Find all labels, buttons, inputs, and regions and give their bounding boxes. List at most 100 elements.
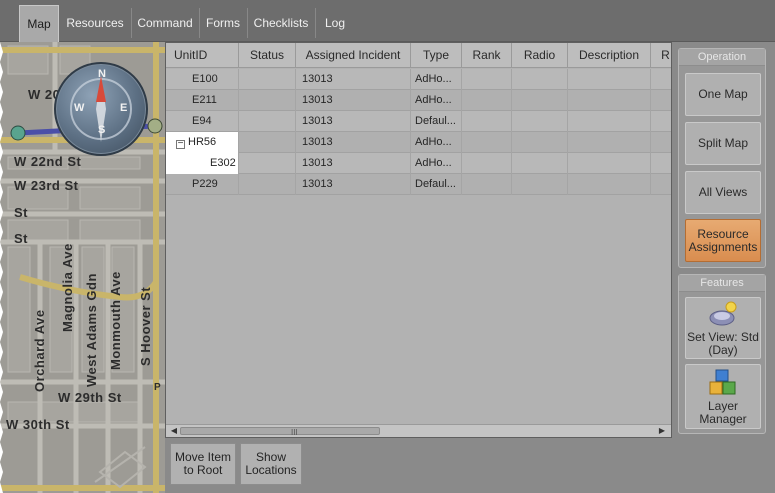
table-row[interactable]: E100 13013 AdHo... (166, 69, 671, 90)
resource-assignments-button[interactable]: Resource Assignments (685, 219, 761, 262)
cell-incident: 13013 (296, 153, 411, 174)
cell-rank (462, 90, 512, 111)
cell-status (239, 174, 296, 195)
cell-status (239, 90, 296, 111)
view-settings-icon (709, 301, 737, 326)
cell-type: AdHo... (411, 153, 462, 174)
resource-grid: UnitID Status Assigned Incident Type Ran… (165, 42, 672, 438)
cell-description (568, 153, 651, 174)
street-label: W 30th St (6, 417, 70, 432)
cell-rank (462, 132, 512, 153)
cell-radio (512, 90, 568, 111)
tab-map[interactable]: Map (19, 5, 59, 42)
show-locations-button[interactable]: Show Locations (240, 443, 302, 485)
layer-manager-button[interactable]: Layer Manager (685, 364, 761, 429)
column-header-type[interactable]: Type (411, 43, 462, 67)
table-row[interactable]: E211 13013 AdHo... (166, 90, 671, 111)
street-label: P (154, 382, 162, 393)
column-header-radio[interactable]: Radio (512, 43, 568, 67)
column-header-unitid[interactable]: UnitID (166, 43, 239, 67)
cell-status (239, 153, 296, 174)
grid-body: E100 13013 AdHo... E211 13013 AdHo... E9… (166, 68, 671, 424)
cell-incident: 13013 (296, 174, 411, 195)
set-view-label: Set View: Std (Day) (687, 330, 759, 357)
cell-status (239, 132, 296, 153)
split-map-button[interactable]: Split Map (685, 122, 761, 165)
scroll-right-icon[interactable]: ▶ (656, 425, 668, 437)
grid-header: UnitID Status Assigned Incident Type Ran… (166, 43, 671, 68)
cell-incident: 13013 (296, 69, 411, 90)
bottom-toolbar: Move Item to Root Show Locations (165, 438, 675, 493)
cell-status (239, 111, 296, 132)
cell-incident: 13013 (296, 111, 411, 132)
cell-unitid: P229 (166, 174, 239, 195)
table-row-group[interactable]: − HR56 13013 AdHo... (166, 132, 671, 153)
street-label: W 22nd St (14, 154, 82, 169)
tab-forms[interactable]: Forms (202, 5, 244, 42)
street-label: W 23rd St (14, 178, 79, 193)
one-map-button[interactable]: One Map (685, 73, 761, 116)
tab-command[interactable]: Command (134, 5, 196, 42)
table-row[interactable]: P229 13013 Defaul... (166, 174, 671, 195)
cell-unitid: HR56 (188, 136, 217, 148)
cell-unitid: E94 (166, 111, 239, 132)
cell-type: Defaul... (411, 174, 462, 195)
column-header-description[interactable]: Description (568, 43, 651, 67)
cell-status (239, 69, 296, 90)
cell-type: AdHo... (411, 90, 462, 111)
top-tab-bar: Map Resources Command Forms Checklists L… (0, 0, 775, 42)
compass-south-label: S (98, 124, 106, 136)
table-row[interactable]: E94 13013 Defaul... (166, 111, 671, 132)
street-label: S Hoover St (138, 286, 153, 366)
cell-radio (512, 153, 568, 174)
set-view-button[interactable]: Set View: Std (Day) (685, 297, 761, 359)
operation-section: Operation One Map Split Map All Views Re… (678, 48, 766, 268)
scrollbar-grip: III (291, 428, 298, 437)
features-section: Features Set View: Std (Day) Layer Manag… (678, 274, 766, 434)
scrollbar-thumb[interactable]: III (180, 427, 380, 437)
street-label: St (14, 231, 28, 246)
tab-checklists[interactable]: Checklists (250, 5, 312, 42)
cell-incident: 13013 (296, 90, 411, 111)
cell-radio (512, 174, 568, 195)
map-view[interactable]: W 20 W 22nd St W 23rd St St St Magnolia … (0, 42, 165, 493)
collapse-icon[interactable]: − (176, 139, 185, 149)
cell-rank (462, 174, 512, 195)
tab-resources[interactable]: Resources (62, 5, 128, 42)
horizontal-scrollbar[interactable]: ◀ III ▶ (166, 424, 671, 437)
column-header-rank[interactable]: Rank (462, 43, 512, 67)
cell-radio (512, 132, 568, 153)
cell-description (568, 174, 651, 195)
cell-unitid: E100 (166, 69, 239, 90)
compass-north-label: N (98, 68, 106, 80)
cell-rank (462, 69, 512, 90)
column-header-assigned-incident[interactable]: Assigned Incident (296, 43, 411, 67)
all-views-button[interactable]: All Views (685, 171, 761, 214)
street-label: St (14, 205, 28, 220)
cell-unitid: E211 (166, 90, 239, 111)
cell-type: AdHo... (411, 132, 462, 153)
cell-radio (512, 111, 568, 132)
column-header-r[interactable]: R (651, 43, 671, 67)
compass-west-label: W (74, 102, 85, 114)
cell-type: AdHo... (411, 69, 462, 90)
move-item-to-root-button[interactable]: Move Item to Root (170, 443, 236, 485)
tab-log[interactable]: Log (318, 5, 352, 42)
cell-incident: 13013 (296, 132, 411, 153)
scroll-left-icon[interactable]: ◀ (168, 425, 180, 437)
cell-description (568, 132, 651, 153)
cell-unitid-group: − HR56 (166, 132, 239, 153)
street-label: W 29th St (58, 390, 122, 405)
cell-type: Defaul... (411, 111, 462, 132)
section-title: Operation (679, 49, 765, 66)
street-label: Magnolia Ave (60, 243, 75, 332)
compass-control[interactable]: N E S W (54, 62, 148, 156)
cell-description (568, 69, 651, 90)
column-header-status[interactable]: Status (239, 43, 296, 67)
cell-radio (512, 69, 568, 90)
street-label: Monmouth Ave (108, 271, 123, 370)
cell-description (568, 111, 651, 132)
layer-manager-label: Layer Manager (699, 398, 747, 426)
street-label: West Adams Gdn (84, 273, 99, 387)
table-row[interactable]: E302 13013 AdHo... (166, 153, 671, 174)
